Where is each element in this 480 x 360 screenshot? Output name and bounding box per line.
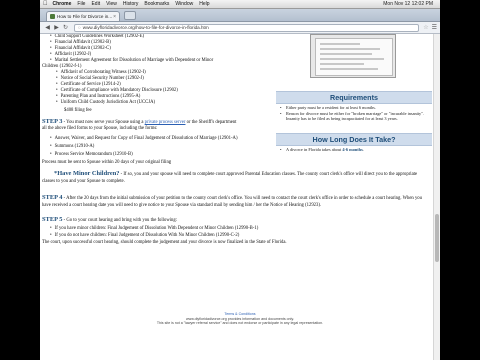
- menu-file[interactable]: File: [77, 1, 85, 7]
- tab-strip: How to File for Divorce in... ×: [40, 9, 440, 22]
- list-item: Uniform Child Custody Jurisdiction Act (…: [40, 100, 155, 106]
- list-item: Answer, Waiver, and Request for Copy of …: [40, 136, 238, 142]
- how-long-text: A divorce in Florida takes about 4-6 mon…: [280, 147, 430, 153]
- reload-icon[interactable]: ↻: [61, 24, 70, 32]
- screenshot-image-inner: [315, 38, 393, 76]
- minor-children-heading: *Have Minor Children?: [54, 170, 120, 177]
- minor-children-paragraph: *Have Minor Children? - If so, you and y…: [42, 170, 418, 184]
- menu-view[interactable]: View: [106, 1, 117, 7]
- scrollbar-thumb[interactable]: [435, 214, 439, 262]
- menu-bookmarks[interactable]: Bookmarks: [144, 1, 169, 7]
- forward-arrow-icon[interactable]: ▶: [52, 24, 61, 32]
- list-item: Summons (12910-A): [40, 144, 95, 150]
- step5-heading: STEP 5: [42, 216, 63, 223]
- apple-menu-icon[interactable]: : [43, 1, 48, 7]
- screen:  Chrome File Edit View History Bookmark…: [40, 0, 440, 360]
- address-bar-url: www.diyfloridadivorce.org/how-to-file-fo…: [82, 25, 209, 30]
- letterbox-left: [0, 0, 40, 360]
- closing-text: The court, upon successful court hearing…: [42, 240, 287, 245]
- step5-paragraph: STEP 5 - Go to your court hearing and br…: [42, 216, 177, 223]
- private-process-server-link[interactable]: private process server: [145, 120, 186, 125]
- step4-heading: STEP 4: [42, 194, 63, 201]
- page-scrollbar[interactable]: [433, 34, 440, 360]
- screenshot-image: [310, 34, 396, 78]
- menu-edit[interactable]: Edit: [91, 1, 100, 7]
- address-bar[interactable]: ○ www.diyfloridadivorce.org/how-to-file-…: [74, 23, 420, 32]
- duration-value: 4-6 months: [342, 147, 363, 152]
- list-item: If you do not have children: Final Judge…: [40, 233, 240, 239]
- new-tab-button[interactable]: [124, 11, 136, 20]
- browser-toolbar: ◀ ▶ ↻ ○ www.diyfloridadivorce.org/how-to…: [40, 22, 440, 34]
- browser-tab[interactable]: How to File for Divorce in... ×: [46, 11, 120, 21]
- favicon-icon: [50, 14, 55, 19]
- tab-close-icon[interactable]: ×: [113, 14, 116, 20]
- page-info-icon[interactable]: ○: [78, 25, 81, 30]
- menu-app-name[interactable]: Chrome: [53, 1, 72, 7]
- list-item: Process Service Memorandum (12910-B): [40, 152, 133, 158]
- requirements-list: Either party must be a resident for at l…: [280, 105, 430, 122]
- menu-help[interactable]: Help: [199, 1, 209, 7]
- menu-window[interactable]: Window: [175, 1, 193, 7]
- page-footer: Terms & Conditions www.diyfloridadivorce…: [40, 312, 440, 326]
- requirements-heading: Requirements: [276, 91, 432, 104]
- mac-menu-bar:  Chrome File Edit View History Bookmark…: [40, 0, 440, 9]
- how-long-heading: How Long Does It Take?: [276, 133, 432, 146]
- list-item: If you have minor children: Final Judgem…: [40, 226, 259, 232]
- step4-paragraph: STEP 4 - After the 20 days from the init…: [42, 194, 422, 208]
- step3-note: Process must be sent to Spouse within 20…: [42, 160, 172, 165]
- letterbox-right: [440, 0, 480, 360]
- filing-fee: $408 filing fee: [64, 108, 92, 113]
- bookmark-star-icon[interactable]: ☆: [423, 24, 428, 31]
- back-arrow-icon[interactable]: ◀: [43, 24, 52, 32]
- tab-title: How to File for Divorce in...: [57, 14, 113, 19]
- footer-line: This site is not a "lawyer referral serv…: [156, 321, 324, 326]
- step3-continued: all the above filed forms to your Spouse…: [42, 126, 158, 131]
- web-page: Child Support Guidelines Worksheet (1290…: [40, 34, 440, 360]
- menu-history[interactable]: History: [123, 1, 139, 7]
- menubar-clock[interactable]: Mon Nov 12 12:02 PM: [383, 1, 433, 7]
- step3-paragraph: STEP 3 - You must now serve your Spouse …: [42, 118, 237, 125]
- requirement-item: Reason for divorce must be either for "b…: [280, 111, 430, 122]
- step3-heading: STEP 3: [42, 118, 63, 125]
- wrench-menu-icon[interactable]: ☰: [432, 24, 437, 31]
